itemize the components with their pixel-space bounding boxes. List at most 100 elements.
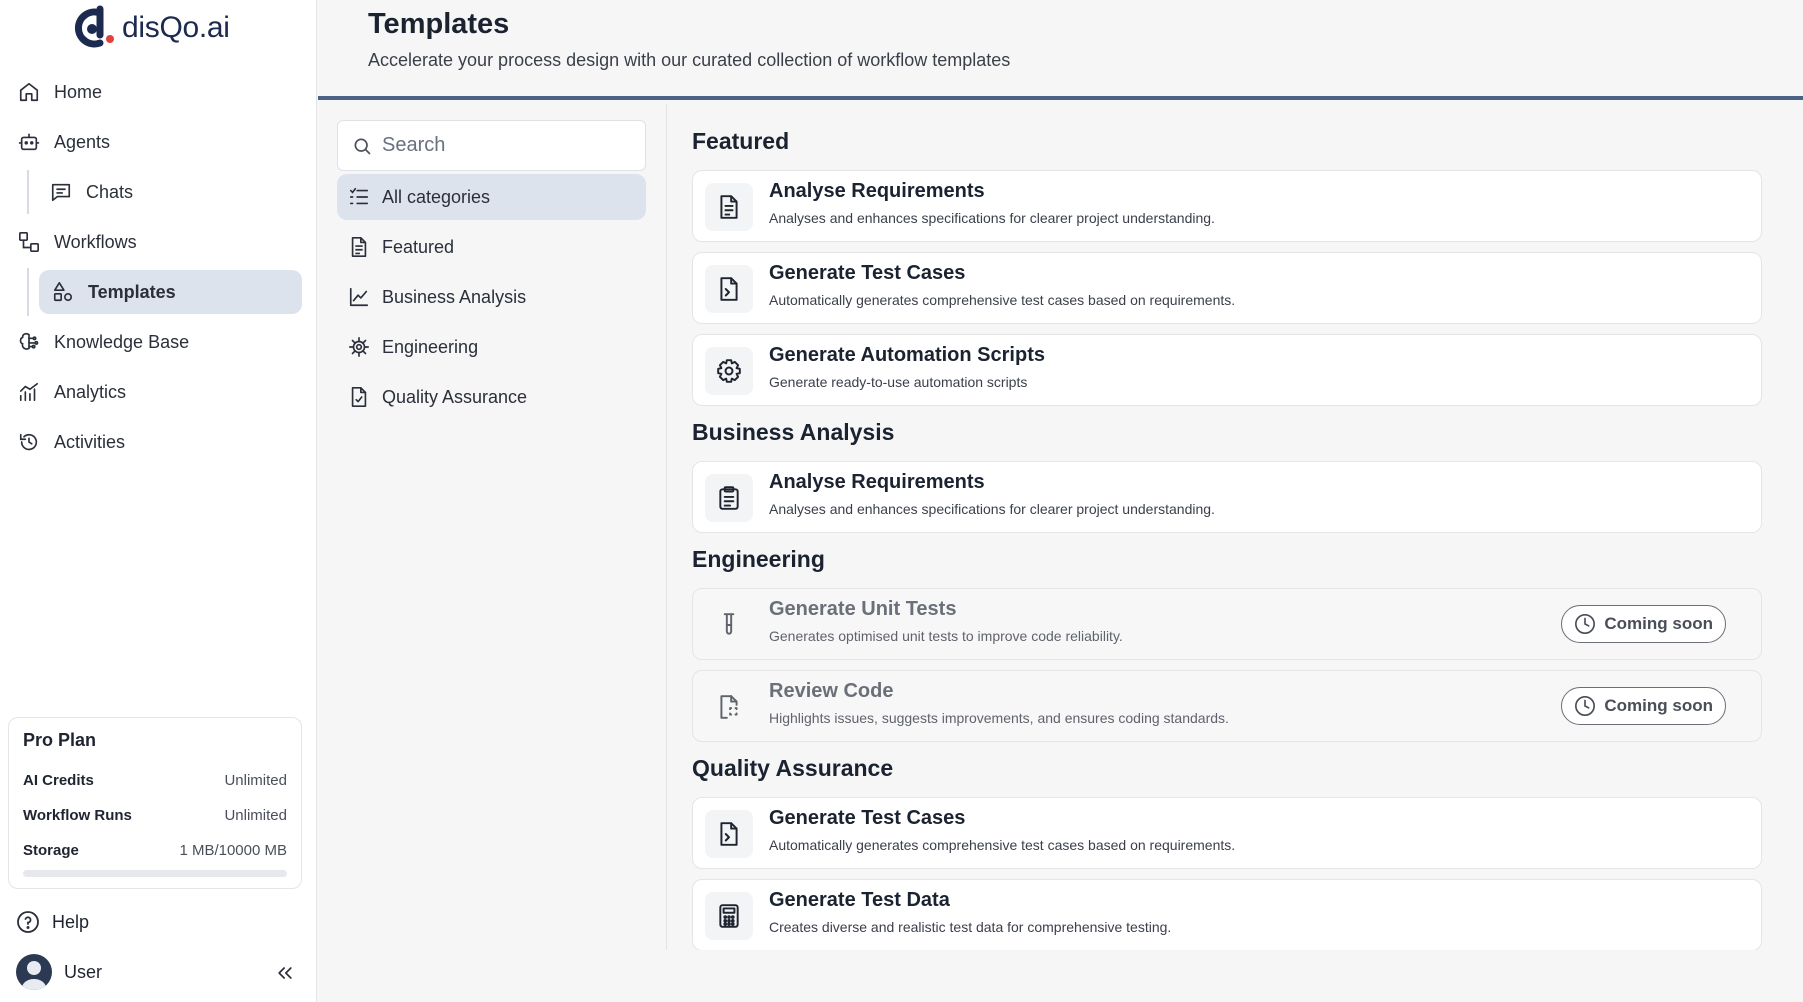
plan-row-key: Storage (23, 842, 79, 859)
template-description: Creates diverse and realistic test data … (769, 919, 1172, 935)
category-engineering[interactable]: Engineering (337, 324, 646, 370)
template-description: Highlights issues, suggests improvements… (769, 710, 1229, 726)
clipboard-icon (705, 474, 753, 522)
home-icon (16, 79, 42, 105)
cog-icon (348, 336, 370, 358)
agent-icon (16, 129, 42, 155)
template-title: Generate Test Cases (769, 262, 966, 284)
section-title-quality-assurance: Quality Assurance (692, 755, 894, 781)
category-all[interactable]: All categories (337, 174, 646, 220)
plan-row-workflow-runs: Workflow Runs Unlimited (23, 798, 287, 833)
shapes-icon (50, 279, 76, 305)
clock-icon (1574, 695, 1596, 717)
category-label: Quality Assurance (382, 386, 528, 407)
file-scan-icon (705, 683, 753, 731)
template-list: Featured Analyse Requirements Analyses a… (692, 104, 1762, 950)
coming-soon-badge: Coming soon (1561, 687, 1726, 725)
template-description: Analyses and enhances specifications for… (769, 210, 1215, 226)
sidebar-item-activities[interactable]: Activities (16, 420, 125, 464)
plan-row-ai-credits: AI Credits Unlimited (23, 763, 287, 798)
template-card[interactable]: Generate Test Data Creates diverse and r… (692, 879, 1762, 950)
page-header: Templates Accelerate your process design… (318, 0, 1803, 100)
test-tube-icon (705, 601, 753, 649)
page-title: Templates (368, 8, 510, 40)
clock-icon (1574, 613, 1596, 635)
brand-name: disQo.ai (122, 11, 230, 44)
sidebar-item-label: Agents (54, 131, 111, 152)
sidebar-item-chats[interactable]: Chats (48, 170, 133, 214)
file-terminal-icon (705, 265, 753, 313)
template-description: Automatically generates comprehensive te… (769, 837, 1236, 853)
section-title-featured: Featured (692, 128, 790, 154)
file-terminal-icon (705, 810, 753, 858)
sidebar-item-label: Workflows (54, 231, 137, 252)
template-card[interactable]: Generate Test Cases Automatically genera… (692, 252, 1762, 324)
plan-row-storage: Storage 1 MB/10000 MB (23, 833, 287, 868)
template-title: Generate Unit Tests (769, 598, 957, 620)
coming-soon-badge: Coming soon (1561, 605, 1726, 643)
template-description: Generate ready-to-use automation scripts (769, 374, 1028, 390)
category-business-analysis[interactable]: Business Analysis (337, 274, 646, 320)
template-card: Generate Unit Tests Generates optimised … (692, 588, 1762, 660)
gear-icon (705, 347, 753, 395)
plan-card: Pro Plan AI Credits Unlimited Workflow R… (8, 717, 302, 889)
nav-indent-line (27, 170, 29, 214)
document-icon (348, 236, 370, 258)
document-icon (705, 183, 753, 231)
brand-logo[interactable]: disQo.ai (70, 4, 230, 52)
brain-icon (16, 329, 42, 355)
category-label: Engineering (382, 336, 479, 357)
file-check-icon (348, 386, 370, 408)
sidebar-item-analytics[interactable]: Analytics (16, 370, 126, 414)
template-title: Analyse Requirements (769, 180, 985, 202)
sidebar-item-workflows[interactable]: Workflows (16, 220, 137, 264)
template-card[interactable]: Analyse Requirements Analyses and enhanc… (692, 170, 1762, 242)
category-panel: All categories Featured Business Analysi… (318, 104, 667, 950)
sidebar-item-templates[interactable]: Templates (39, 270, 302, 314)
user-name: User (64, 961, 103, 982)
template-card[interactable]: Analyse Requirements Analyses and enhanc… (692, 461, 1762, 533)
history-icon (16, 429, 42, 455)
calculator-icon (705, 892, 753, 940)
sidebar-item-label: Activities (54, 431, 126, 452)
category-label: Featured (382, 236, 455, 257)
chat-icon (48, 179, 74, 205)
sidebar-item-home[interactable]: Home (16, 70, 102, 114)
template-description: Analyses and enhances specifications for… (769, 501, 1215, 517)
section-title-engineering: Engineering (692, 546, 825, 572)
search-icon (352, 136, 372, 156)
plan-row-key: AI Credits (23, 772, 94, 789)
badge-label: Coming soon (1604, 696, 1713, 715)
category-featured[interactable]: Featured (337, 224, 646, 270)
template-title: Analyse Requirements (769, 471, 985, 493)
plan-row-key: Workflow Runs (23, 807, 132, 824)
sidebar-item-label: Knowledge Base (54, 331, 190, 352)
line-chart-icon (348, 286, 370, 308)
sidebar-item-label: Home (54, 81, 103, 102)
template-description: Automatically generates comprehensive te… (769, 292, 1236, 308)
collapse-sidebar-button[interactable] (272, 960, 298, 986)
page-subtitle: Accelerate your process design with our … (368, 50, 1011, 70)
template-card: Review Code Highlights issues, suggests … (692, 670, 1762, 742)
search-input[interactable] (382, 134, 632, 157)
list-icon (348, 186, 370, 208)
sidebar-item-label: Analytics (54, 381, 127, 402)
plan-row-value: 1 MB/10000 MB (179, 842, 287, 859)
chevrons-left-icon (275, 963, 295, 983)
plan-row-value: Unlimited (224, 772, 287, 789)
sidebar-item-label: Chats (86, 181, 134, 202)
template-title: Review Code (769, 680, 894, 702)
template-card[interactable]: Generate Automation Scripts Generate rea… (692, 334, 1762, 406)
template-title: Generate Automation Scripts (769, 344, 1045, 366)
workflow-icon (16, 229, 42, 255)
avatar (16, 954, 52, 990)
sidebar: disQo.ai Home Agents Chats Workflows Tem… (0, 0, 317, 1002)
help-link[interactable]: Help (16, 904, 89, 940)
category-quality-assurance[interactable]: Quality Assurance (337, 374, 646, 420)
sidebar-item-agents[interactable]: Agents (16, 120, 110, 164)
template-card[interactable]: Generate Test Cases Automatically genera… (692, 797, 1762, 869)
search-box[interactable] (337, 120, 646, 171)
chart-icon (16, 379, 42, 405)
user-menu[interactable]: User (16, 952, 102, 992)
sidebar-item-knowledge-base[interactable]: Knowledge Base (16, 320, 189, 364)
